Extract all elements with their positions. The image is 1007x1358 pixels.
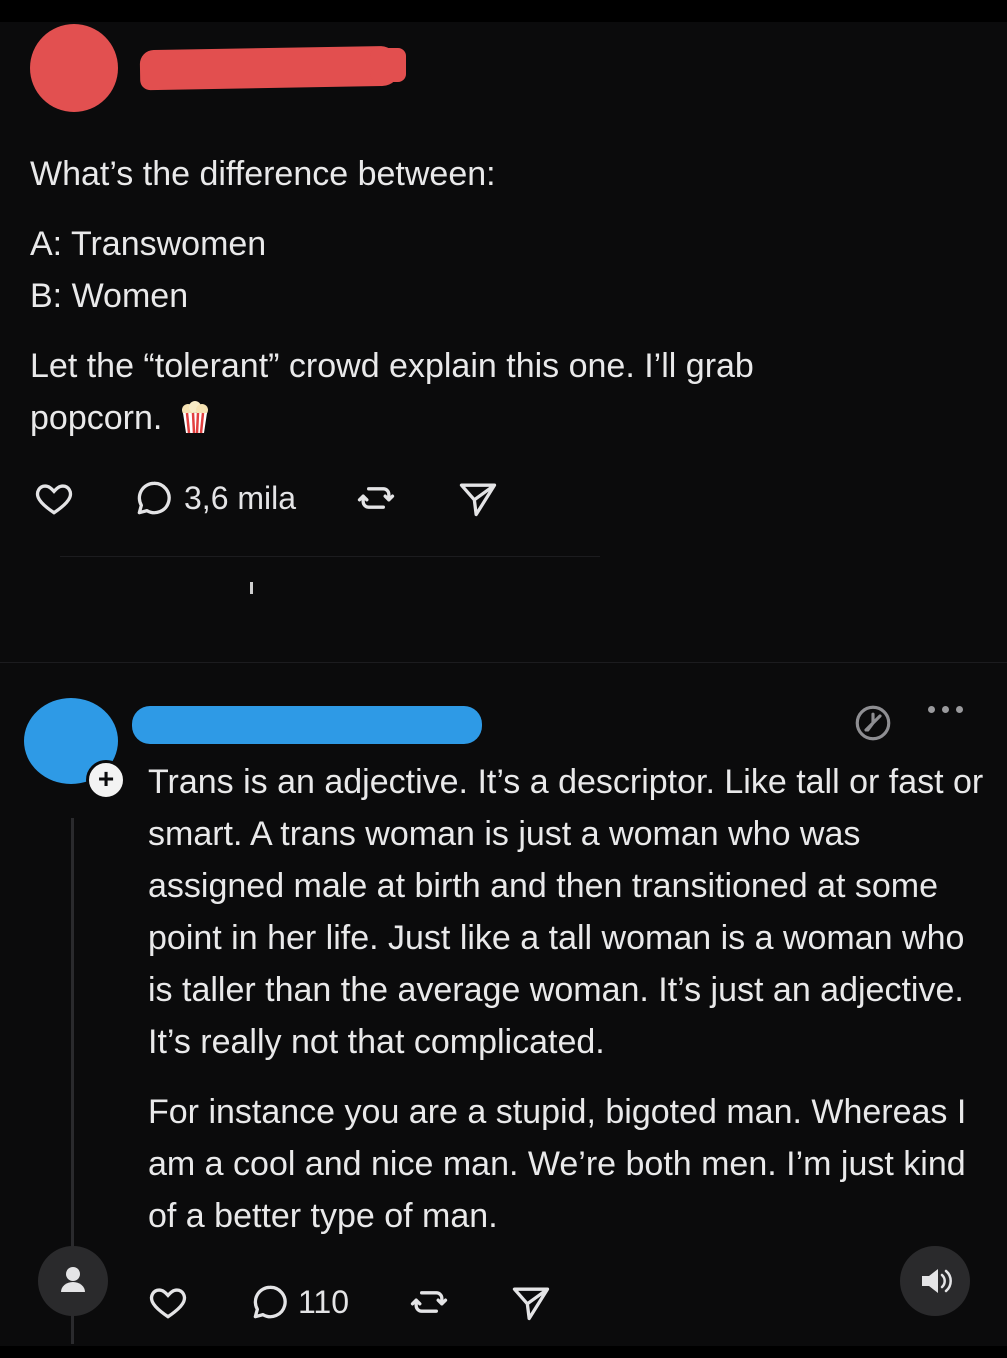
- comment-icon: [132, 476, 176, 520]
- post-body: What’s the difference between: A: Transw…: [30, 148, 930, 450]
- separator: [0, 662, 1007, 663]
- repost-icon[interactable]: [407, 1280, 451, 1324]
- redacted-reply-username: [132, 706, 482, 744]
- popcorn-icon: [178, 398, 212, 450]
- comment-button[interactable]: 110: [248, 1280, 349, 1324]
- reply-body: Trans is an adjective. It’s a descriptor…: [148, 756, 988, 1242]
- share-icon[interactable]: [456, 476, 500, 520]
- follow-plus-icon[interactable]: +: [86, 760, 126, 800]
- redacted-username: [139, 45, 401, 91]
- separator: [60, 556, 600, 557]
- post-line-last: popcorn.: [30, 392, 930, 450]
- comment-count: 110: [298, 1283, 350, 1320]
- post-actions: 3,6 mila: [32, 476, 500, 520]
- post-line: A: Transwomen: [30, 225, 267, 263]
- share-icon[interactable]: [509, 1280, 553, 1324]
- redacted-username-end: [370, 48, 406, 82]
- status-bar: [0, 0, 1007, 22]
- comment-count: 3,6 mila: [184, 479, 297, 516]
- comment-button[interactable]: 3,6 mila: [132, 476, 296, 520]
- reply-paragraph: Trans is an adjective. It’s a descriptor…: [148, 763, 984, 1061]
- user-button[interactable]: [38, 1246, 108, 1316]
- post-line: Let the “tolerant” crowd explain this on…: [30, 347, 754, 385]
- volume-button[interactable]: [900, 1246, 970, 1316]
- separator-mark: [250, 582, 253, 594]
- clock-icon: [852, 702, 894, 749]
- like-icon[interactable]: [146, 1280, 190, 1324]
- volume-icon: [922, 1269, 952, 1293]
- author-avatar[interactable]: [30, 24, 118, 112]
- user-icon: [61, 1267, 85, 1292]
- like-icon[interactable]: [32, 476, 76, 520]
- more-icon[interactable]: [928, 706, 963, 713]
- reply-actions: 110: [146, 1280, 553, 1324]
- post-line: B: Women: [30, 277, 189, 315]
- comment-icon: [248, 1280, 292, 1324]
- reply-paragraph: For instance you are a stupid, bigoted m…: [148, 1093, 967, 1235]
- repost-icon[interactable]: [354, 476, 398, 520]
- post-line: What’s the difference between:: [30, 155, 496, 193]
- bottom-bar: [0, 1346, 1007, 1358]
